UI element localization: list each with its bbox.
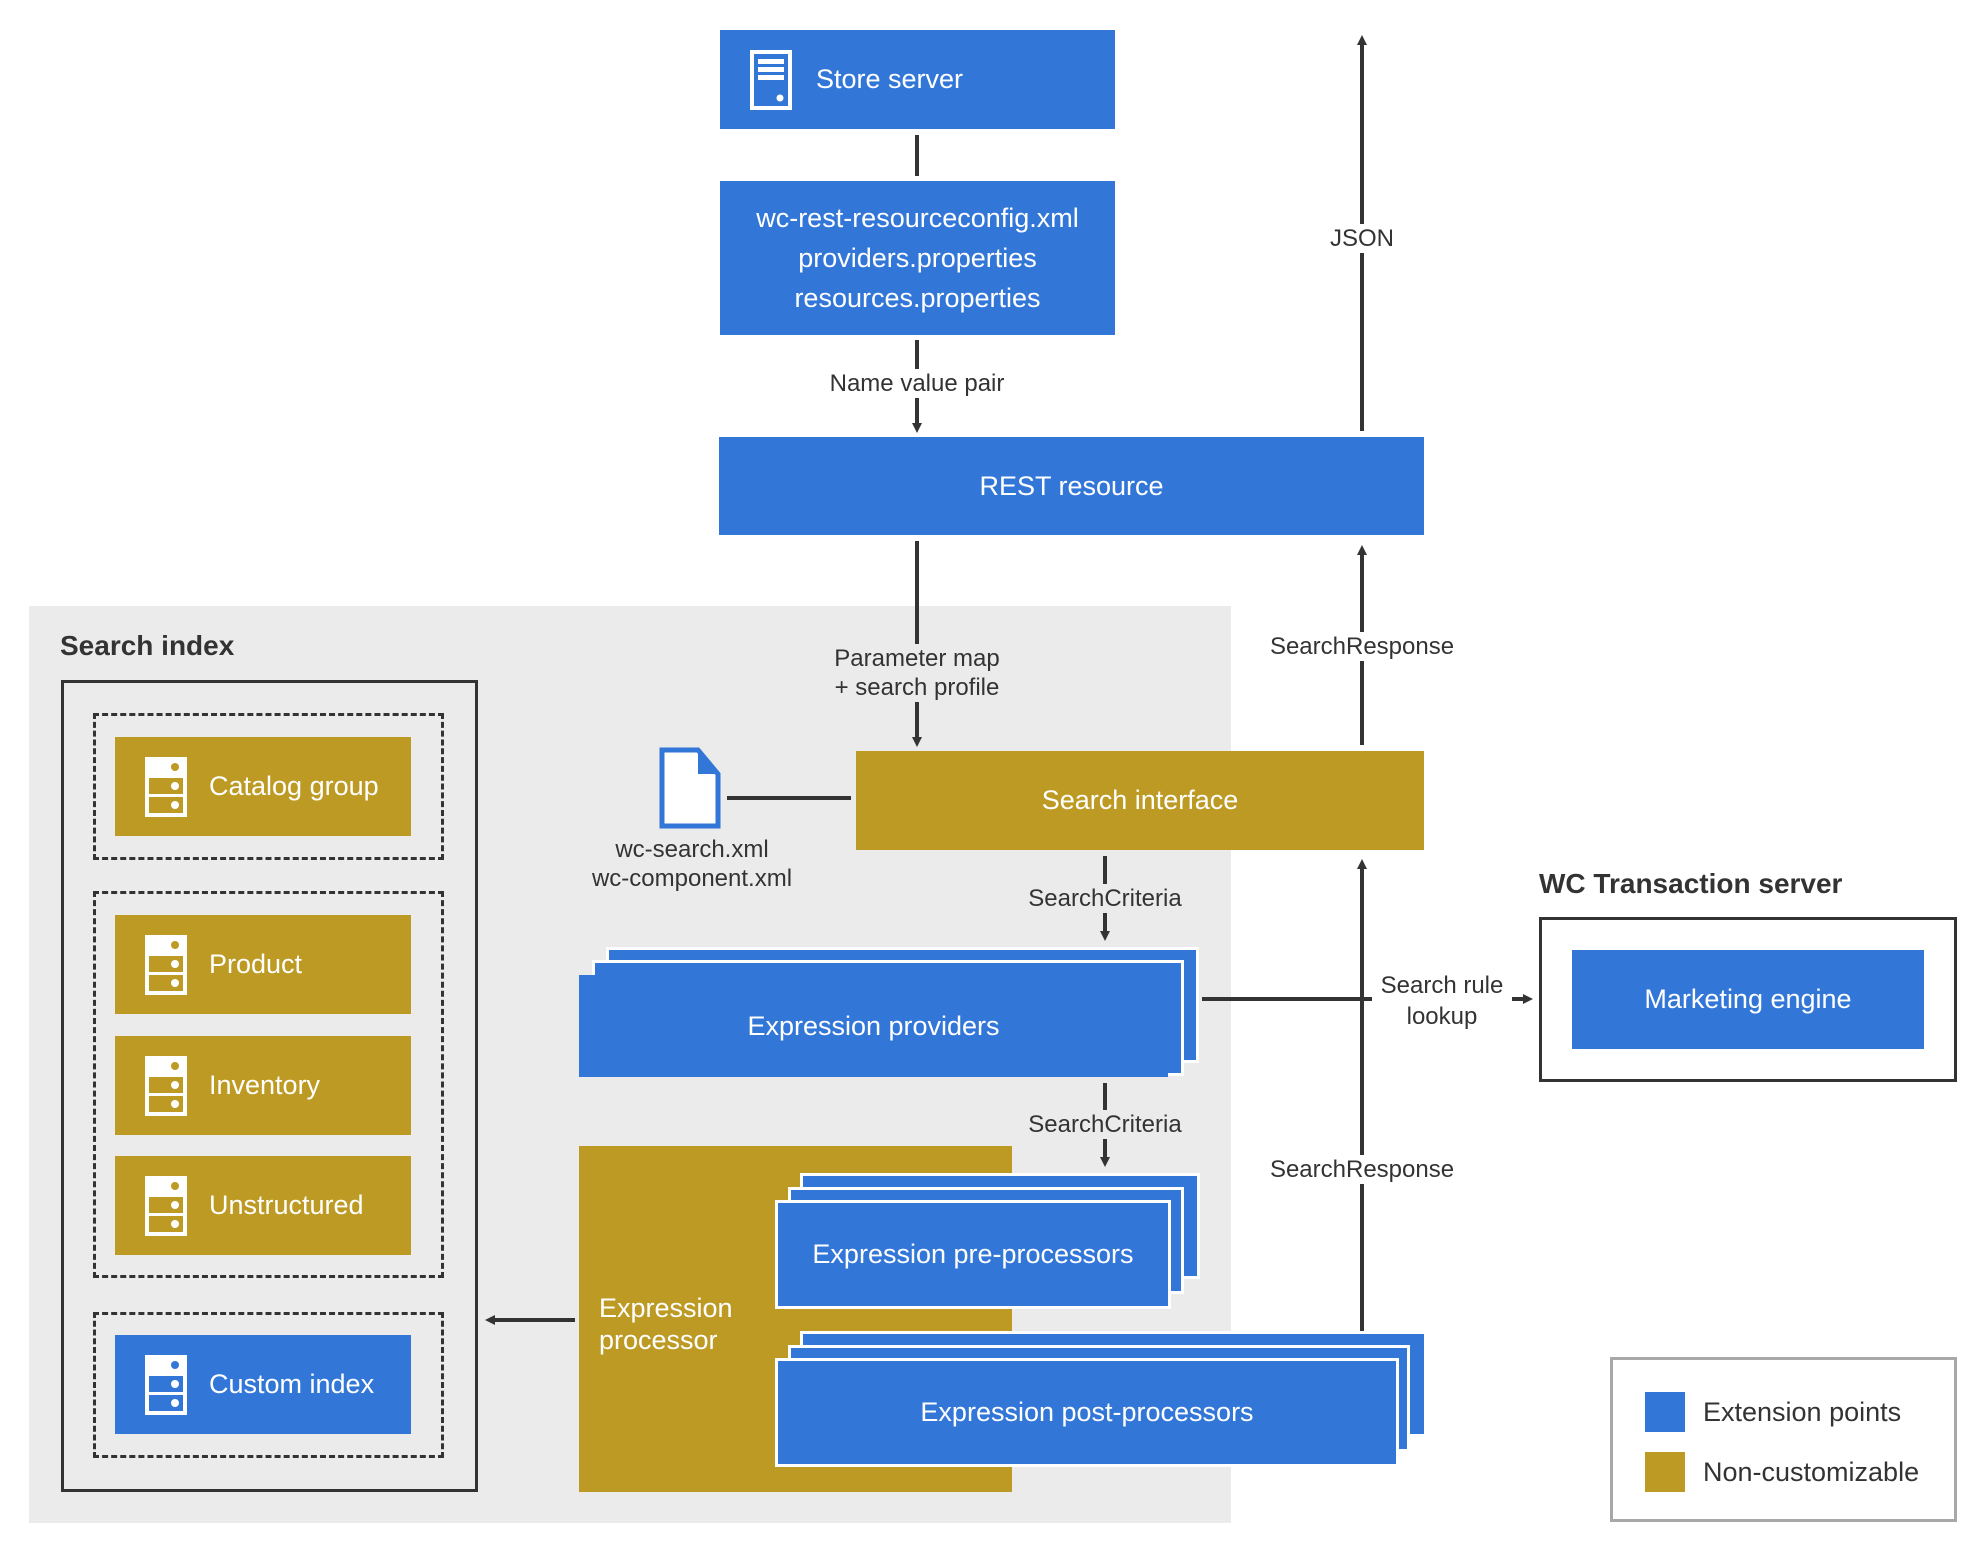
expression-providers-box[interactable]: Expression providers [579,975,1168,1077]
database-icon [145,1055,187,1116]
search-rule-lookup-line: lookup [1406,1003,1478,1030]
parameter-map-line: + search profile [834,674,1000,701]
config-xml-line: wc-search.xml [615,836,769,863]
index-label: Inventory [209,1070,321,1100]
store-server-box[interactable]: Store server [720,30,1115,129]
store-server-label: Store server [816,64,964,94]
legend-swatch-extension [1645,1392,1685,1432]
marketing-engine-label: Marketing engine [1644,984,1852,1014]
config-xml-label: wc-search.xml wc-component.xml [580,835,804,893]
config-xml-line: wc-component.xml [591,865,793,892]
search-interface-box[interactable]: Search interface [856,751,1424,850]
search-rule-lookup-label: Search rule lookup [1372,970,1512,1032]
expression-processor-line: Expression [599,1293,733,1323]
search-response-bottom-label: SearchResponse [1262,1155,1462,1184]
database-icon [145,756,187,817]
rest-resource-label: REST resource [979,470,1164,501]
index-product[interactable]: Product [115,915,411,1014]
rest-resource-box[interactable]: REST resource [719,437,1424,535]
database-icon [145,1354,187,1415]
index-label: Catalog group [209,771,379,801]
expression-providers-label: Expression providers [747,1010,1000,1041]
index-label: Product [209,949,303,979]
config-file-line: wc-rest-resourceconfig.xml [756,203,1079,233]
expression-processor-label: Expression processor [599,1292,733,1356]
pre-processors-label: Expression pre-processors [812,1239,1134,1269]
index-catalog-group[interactable]: Catalog group [115,737,411,836]
search-interface-label: Search interface [1041,785,1239,815]
post-processors-label: Expression post-processors [920,1397,1254,1427]
legend-swatch-noncustomizable [1645,1452,1685,1492]
marketing-engine-box[interactable]: Marketing engine [1572,950,1924,1049]
index-custom[interactable]: Custom index [115,1335,411,1434]
json-label: JSON [1322,224,1402,253]
legend-label-extension: Extension points [1703,1397,1902,1427]
pre-processors-box[interactable]: Expression pre-processors [775,1200,1171,1309]
index-inventory[interactable]: Inventory [115,1036,411,1135]
config-file-line: providers.properties [798,243,1037,273]
search-index-title: Search index [60,630,235,661]
database-icon [145,934,187,995]
post-processors-box[interactable]: Expression post-processors [775,1358,1399,1467]
legend: Extension points Non-customizable [1610,1357,1957,1522]
search-response-top-label: SearchResponse [1262,632,1462,661]
name-value-pair-label: Name value pair [820,369,1014,398]
parameter-map-label: Parameter map + search profile [820,644,1014,702]
wc-transaction-server-title: WC Transaction server [1539,868,1843,899]
index-label: Custom index [209,1369,375,1399]
parameter-map-line: Parameter map [834,645,1000,672]
index-unstructured[interactable]: Unstructured [115,1156,411,1255]
database-icon [145,1175,187,1236]
search-criteria-1-label: SearchCriteria [1022,884,1188,913]
expression-processor-line: processor [599,1325,718,1355]
rest-config-files-box[interactable]: wc-rest-resourceconfig.xml providers.pro… [720,181,1115,335]
server-icon [750,49,792,110]
index-label: Unstructured [209,1190,364,1220]
search-criteria-2-label: SearchCriteria [1022,1110,1188,1139]
search-rule-lookup-line: Search rule [1380,972,1504,999]
config-file-line: resources.properties [794,283,1041,313]
legend-label-noncustomizable: Non-customizable [1703,1457,1920,1487]
document-icon [659,747,721,829]
